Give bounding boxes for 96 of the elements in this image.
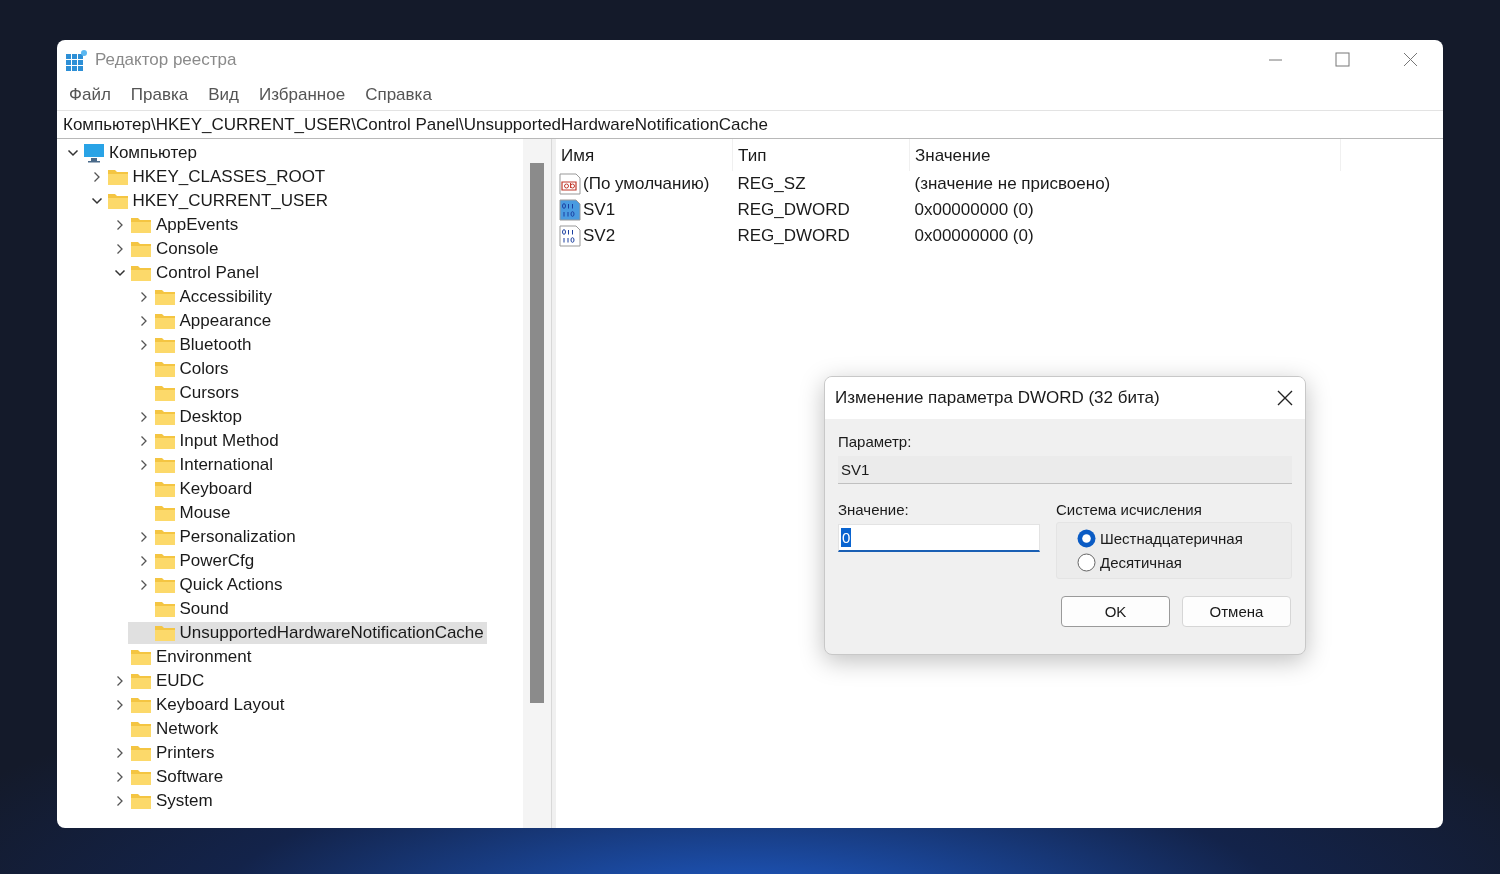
address-bar[interactable]: Компьютер\HKEY_CURRENT_USER\Control Panel\UnsupportedHardwareNotificationCache (57, 110, 1443, 139)
menu-item[interactable]: Файл (59, 85, 121, 105)
folder-icon (153, 384, 176, 402)
tree-item[interactable]: Bluetooth (127, 334, 255, 356)
folder-icon (153, 576, 176, 594)
folder-icon (153, 456, 176, 474)
cancel-button[interactable]: Отмена (1182, 596, 1291, 627)
folder-icon (153, 480, 176, 498)
folder-icon (130, 648, 152, 666)
tree-item[interactable]: PowerCfg (127, 550, 258, 572)
tree-item[interactable]: AppEvents (104, 214, 242, 236)
value-name-cell[interactable]: SV1 (556, 197, 733, 223)
tree-item[interactable]: Keyboard (127, 478, 256, 500)
folder-icon (153, 360, 176, 378)
folder-icon (153, 504, 176, 522)
tree-item[interactable]: Cursors (127, 382, 242, 404)
dialog-title: Изменение параметра DWORD (32 бита) (835, 388, 1160, 408)
tree-item[interactable]: Desktop (127, 406, 245, 428)
folder-icon (106, 192, 129, 210)
column-header[interactable]: Тип (732, 139, 910, 171)
radio-label: Десятичная (1100, 554, 1182, 571)
tree-item[interactable]: System (104, 790, 216, 812)
string-value-icon (559, 173, 581, 195)
folder-icon (153, 528, 176, 546)
collapse-chevron-icon[interactable] (114, 267, 126, 279)
folder-icon (153, 624, 176, 642)
menu-item[interactable]: Правка (120, 85, 199, 105)
radio-label: Шестнадцатеричная (1100, 530, 1243, 547)
radio-button[interactable] (1077, 553, 1096, 572)
tree-item[interactable]: HKEY_CLASSES_ROOT (80, 166, 329, 188)
folder-icon (130, 240, 152, 258)
folder-icon (130, 696, 152, 714)
radio-button[interactable] (1077, 529, 1096, 548)
tree-item[interactable]: Appearance (127, 310, 275, 332)
window-title: Редактор реестра (95, 50, 237, 70)
tree-item[interactable]: Environment (104, 646, 255, 668)
parameter-name-field: SV1 (838, 456, 1292, 484)
menu-item[interactable]: Избранное (249, 85, 356, 105)
scrollbar[interactable] (523, 139, 551, 828)
tree-item[interactable]: Printers (104, 742, 218, 764)
folder-icon (153, 336, 176, 354)
registry-icon (66, 49, 87, 71)
menu-item[interactable]: Справка (355, 85, 442, 105)
folder-icon (130, 216, 152, 234)
tree-item[interactable]: Accessibility (127, 286, 276, 308)
tree-item[interactable]: International (127, 454, 277, 476)
value-type-cell-text: REG_DWORD (736, 199, 851, 221)
tree-item[interactable]: Network (104, 718, 222, 740)
tree-item[interactable]: UnsupportedHardwareNotificationCache (127, 622, 487, 644)
column-header[interactable]: Значение (909, 139, 1341, 171)
menu-item[interactable]: Вид (198, 85, 249, 105)
tree-item[interactable]: Control Panel (104, 262, 262, 284)
value-data-cell-text: 0x00000000 (0) (913, 225, 1035, 247)
folder-icon (153, 408, 176, 426)
collapse-chevron-icon[interactable] (90, 195, 103, 207)
value-name-cell[interactable]: (По умолчанию) (556, 171, 733, 197)
tree-item[interactable]: Software (104, 766, 227, 788)
column-header[interactable]: Имя (556, 139, 733, 171)
tree-item[interactable]: Keyboard Layout (104, 694, 288, 716)
folder-icon (130, 792, 152, 810)
value-name-cell[interactable]: SV2 (556, 223, 733, 249)
binary-value-icon (559, 199, 581, 221)
field-label: Параметр: (838, 433, 913, 450)
collapse-chevron-icon[interactable] (67, 147, 79, 159)
tree-item[interactable]: Mouse (127, 502, 234, 524)
tree-item[interactable]: Personalization (127, 526, 299, 548)
folder-icon (153, 312, 176, 330)
folder-icon (130, 672, 152, 690)
binary-value-icon (559, 225, 581, 247)
close-button[interactable] (1277, 390, 1293, 406)
folder-icon (153, 600, 176, 618)
folder-icon (130, 264, 152, 282)
folder-icon (130, 720, 152, 738)
value-input-field[interactable]: 0 (838, 524, 1040, 552)
folder-icon (130, 768, 152, 786)
tree-item[interactable]: Компьютер (57, 142, 200, 164)
tree-item[interactable]: EUDC (104, 670, 208, 692)
tree-item[interactable]: Quick Actions (127, 574, 286, 596)
value-type-cell-text: REG_DWORD (736, 225, 851, 247)
monitor-icon (83, 143, 105, 163)
folder-icon (153, 288, 176, 306)
tree-item[interactable]: Input Method (127, 430, 282, 452)
field-label: Значение: (838, 501, 910, 518)
value-type-cell: REG_SZ (732, 171, 910, 197)
group-label: Система исчисления (1056, 501, 1202, 518)
tree-item[interactable]: Console (104, 238, 222, 260)
folder-icon (153, 552, 176, 570)
value-data-cell: (значение не присвоено) (909, 171, 1341, 197)
ok-button[interactable]: OK (1061, 596, 1170, 627)
folder-icon (153, 432, 176, 450)
tree-item[interactable]: Sound (127, 598, 232, 620)
tree-item[interactable]: Colors (127, 358, 232, 380)
tree-item[interactable]: HKEY_CURRENT_USER (80, 190, 332, 212)
value-data-cell-text: 0x00000000 (0) (913, 199, 1035, 221)
folder-icon (130, 744, 152, 762)
folder-icon (106, 168, 129, 186)
